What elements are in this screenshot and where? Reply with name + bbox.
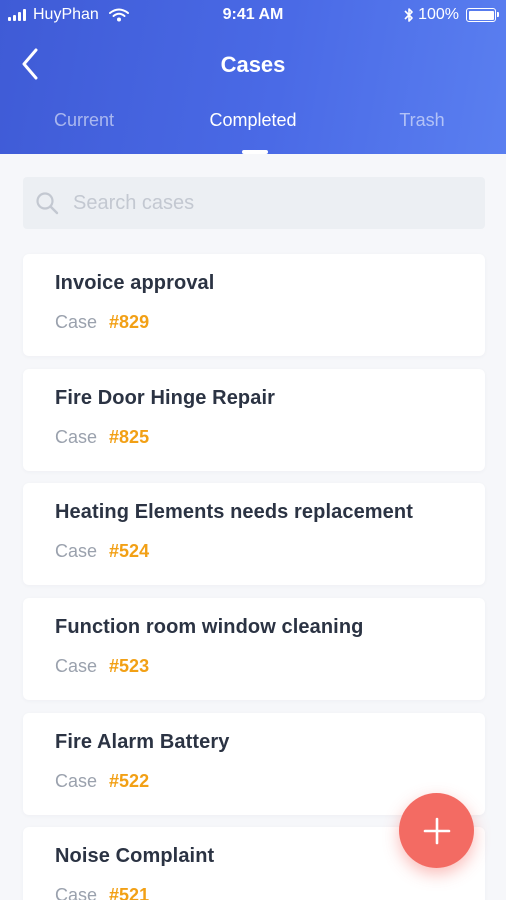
case-label: Case (55, 770, 98, 791)
case-meta: Case #522 (55, 771, 485, 792)
case-number: #829 (109, 312, 150, 332)
case-card[interactable]: Invoice approval Case #829 (23, 254, 485, 356)
case-number: #524 (109, 541, 150, 562)
tab-current[interactable]: Current (0, 110, 168, 131)
plus-icon (423, 817, 450, 844)
case-meta: Case #521 (55, 885, 485, 900)
case-card[interactable]: Fire Door Hinge Repair Case #825 (23, 368, 485, 471)
tab-trash[interactable]: Trash (338, 110, 506, 131)
case-label: Case (55, 885, 98, 900)
case-label: Case (55, 541, 98, 562)
case-number: #521 (109, 885, 150, 900)
carrier-name: HuyPhan (33, 6, 99, 23)
battery-icon (466, 8, 499, 22)
search-input[interactable] (73, 191, 453, 215)
case-title: Invoice approval (55, 272, 215, 294)
case-meta: Case #524 (55, 541, 485, 562)
case-title: Fire Door Hinge Repair (55, 386, 276, 409)
search-bar[interactable] (23, 177, 485, 229)
search-icon (36, 192, 59, 215)
case-meta: Case #829 (55, 312, 485, 333)
tab-completed[interactable]: Completed (169, 110, 337, 131)
signal-icon (8, 9, 26, 21)
status-bar: HuyPhan 9:41 AM 100% (0, 0, 506, 30)
active-tab-indicator (242, 150, 268, 154)
case-meta: Case #825 (55, 427, 485, 448)
case-label: Case (55, 426, 98, 447)
case-number: #523 (109, 656, 150, 677)
case-title: Fire Alarm Battery (55, 730, 230, 753)
case-label: Case (55, 312, 98, 332)
case-title: Function room window cleaning (55, 616, 364, 639)
case-card[interactable]: Heating Elements needs replacement Case #… (23, 483, 485, 586)
app-header: HuyPhan 9:41 AM 100% Cases Current Compl… (0, 0, 506, 154)
tab-bar: Current Completed Trash (0, 110, 506, 154)
case-card[interactable]: Function room window cleaning Case #523 (23, 598, 485, 701)
page-title: Cases (220, 52, 286, 77)
case-number: #522 (109, 770, 150, 791)
wifi-icon (108, 8, 129, 22)
bluetooth-icon (404, 8, 413, 22)
case-number: #825 (109, 426, 150, 447)
battery-percent: 100% (418, 6, 459, 23)
case-title: Heating Elements needs replacement (55, 501, 413, 524)
case-label: Case (55, 656, 98, 677)
status-bar-right: 100% (404, 6, 499, 24)
status-bar-left: HuyPhan (8, 6, 129, 24)
add-case-button[interactable] (399, 793, 474, 868)
case-meta: Case #523 (55, 656, 485, 677)
